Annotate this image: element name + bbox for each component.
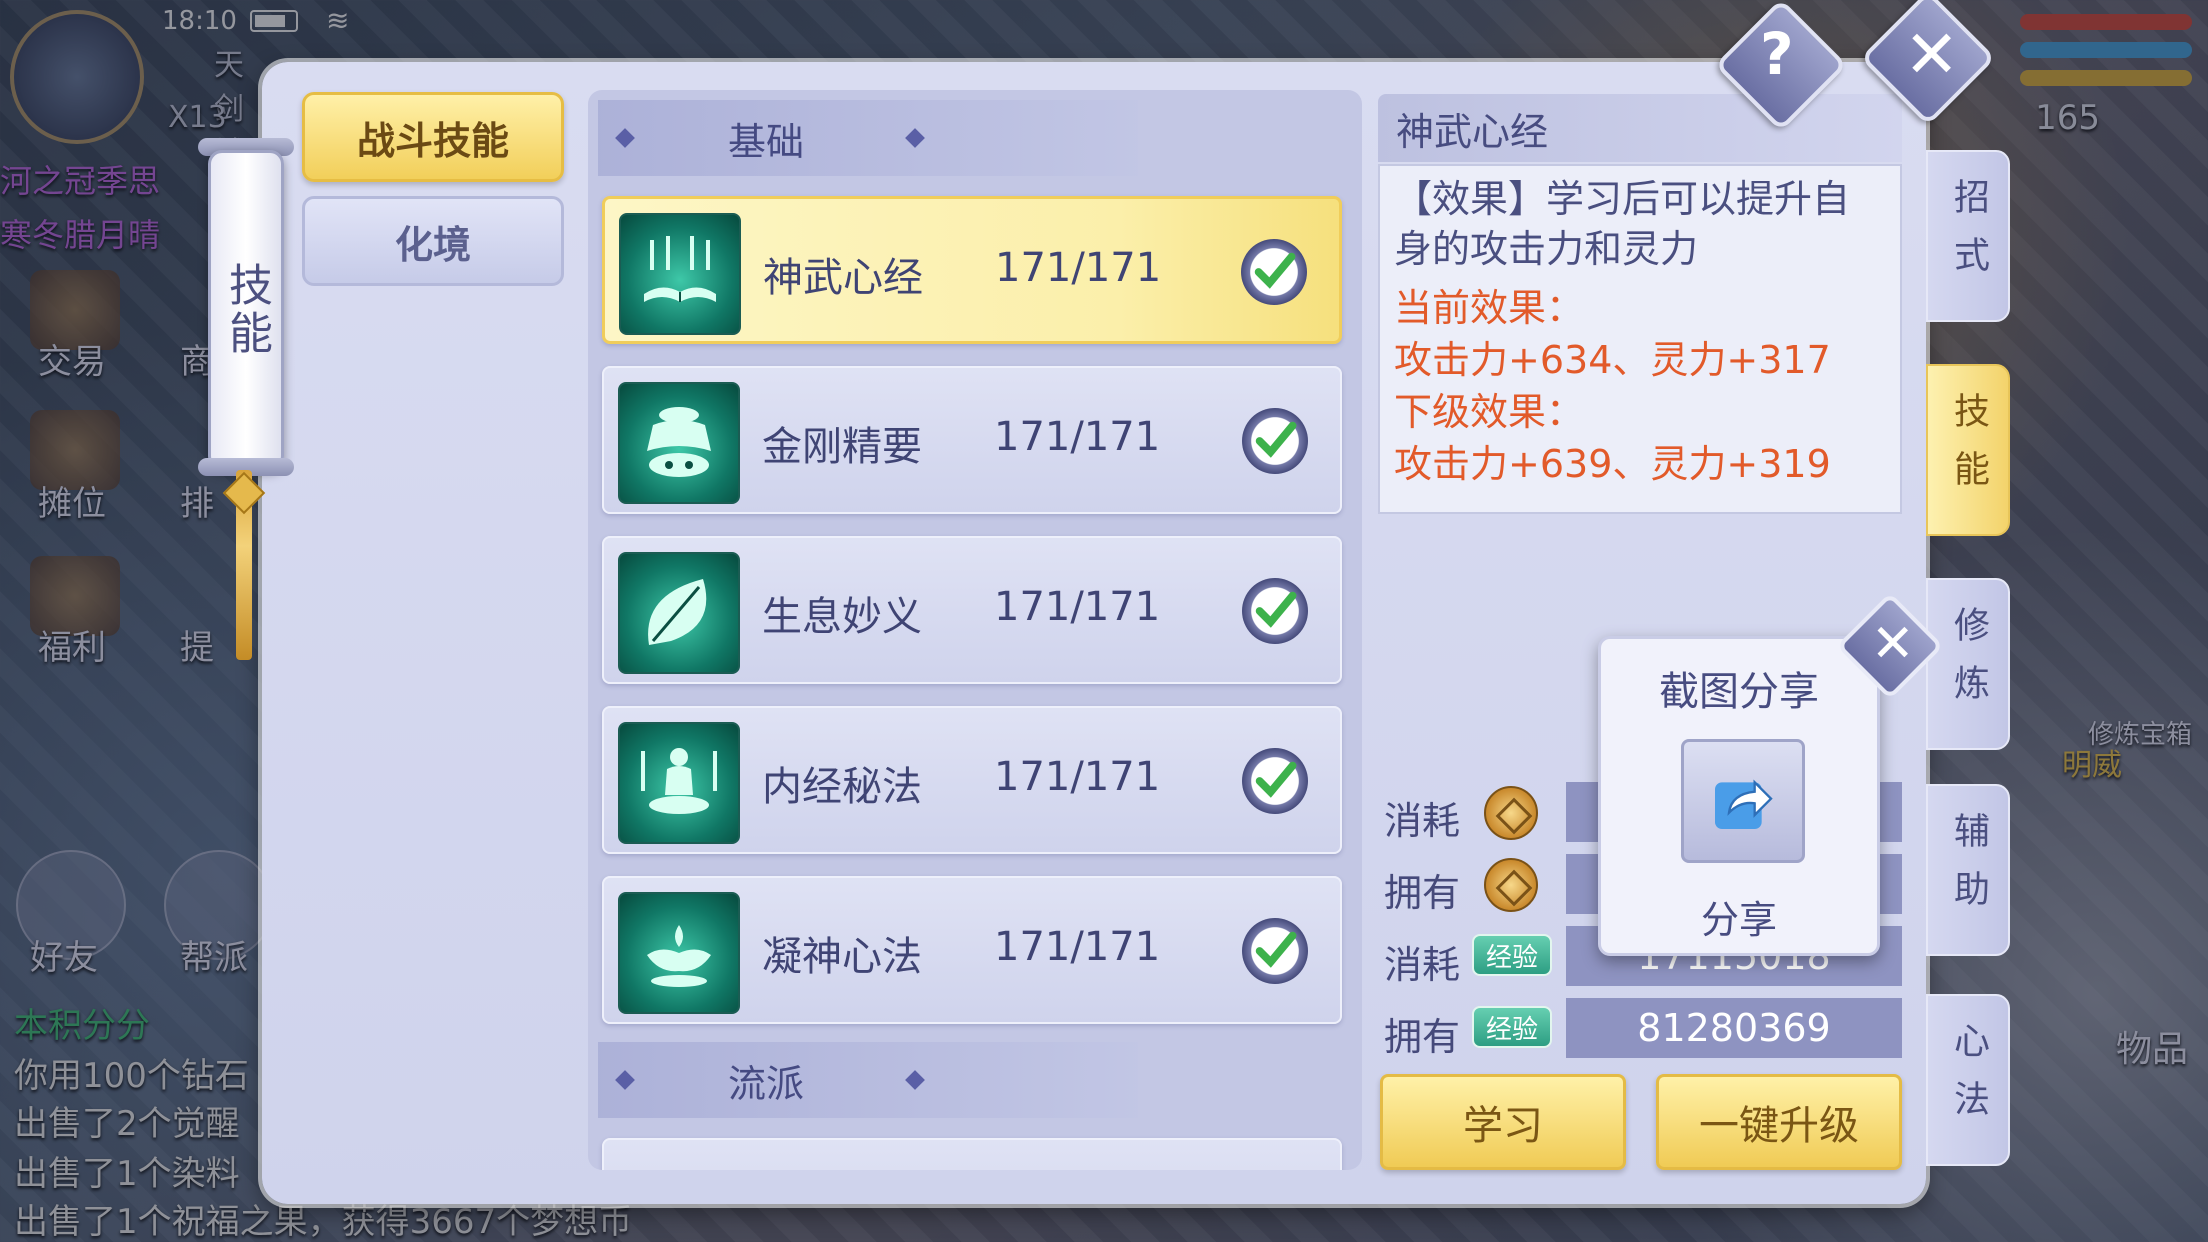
section-label: 基础 bbox=[728, 119, 805, 164]
current-effect-value: 攻击力+634、灵力+317 bbox=[1394, 338, 1831, 382]
skill-level: 171/171 bbox=[994, 584, 1161, 630]
scroll-title: 技能 bbox=[221, 262, 272, 358]
question-icon[interactable]: ? bbox=[1760, 20, 1794, 88]
diamond-icon bbox=[905, 128, 925, 148]
skill-row[interactable]: 凝神心法 171/171 bbox=[602, 876, 1342, 1024]
skill-level: 171/171 bbox=[994, 414, 1161, 460]
exp-cost-label: 消耗 bbox=[1384, 943, 1461, 987]
check-icon bbox=[1242, 748, 1308, 814]
skill-name: 金刚精要 bbox=[762, 424, 922, 470]
next-effect-value: 攻击力+639、灵力+319 bbox=[1394, 442, 1831, 486]
skill-level: 171/171 bbox=[994, 754, 1161, 800]
current-effect-label: 当前效果： bbox=[1394, 286, 1585, 330]
share-icon bbox=[1715, 779, 1773, 829]
check-icon bbox=[1242, 578, 1308, 644]
side-tab-label: 心法 bbox=[1948, 1022, 1989, 1138]
section-header-basic: 基础 bbox=[598, 100, 1138, 176]
leaf-icon bbox=[618, 552, 740, 674]
meditate-icon bbox=[618, 722, 740, 844]
effect-line: 身的攻击力和灵力 bbox=[1394, 227, 1699, 271]
share-button[interactable] bbox=[1681, 739, 1805, 863]
skill-level: 171/171 bbox=[994, 924, 1161, 970]
skill-detail-box: 【效果】学习后可以提升自 身的攻击力和灵力 当前效果： 攻击力+634、灵力+3… bbox=[1378, 164, 1902, 514]
book-icon bbox=[619, 213, 741, 335]
side-tab-label: 技能 bbox=[1948, 392, 1989, 508]
coin-icon bbox=[1484, 786, 1538, 840]
skill-list[interactable]: 基础 神武心经 171/171 金刚精要 171/171 生息妙义 171/17… bbox=[588, 90, 1362, 1170]
exp-badge: 经验 bbox=[1472, 1006, 1552, 1048]
tab-combat-skills[interactable]: 战斗技能 bbox=[302, 92, 564, 182]
check-icon bbox=[1241, 239, 1307, 305]
diamond-icon bbox=[615, 1070, 635, 1090]
lotus-icon bbox=[618, 892, 740, 1014]
side-tab-skills[interactable]: 技能 bbox=[1926, 364, 2010, 536]
skill-row[interactable]: 神武心经 171/171 bbox=[602, 196, 1342, 344]
skill-scroll-banner: 技能 bbox=[208, 150, 284, 470]
share-title: 截图分享 bbox=[1659, 669, 1819, 715]
effect-line: 【效果】学习后可以提升自 bbox=[1394, 177, 1851, 221]
cost-label: 消耗 bbox=[1384, 799, 1461, 843]
check-icon bbox=[1242, 918, 1308, 984]
exp-badge: 经验 bbox=[1472, 934, 1552, 976]
own-label: 拥有 bbox=[1384, 871, 1461, 915]
section-header-school: 流派 bbox=[598, 1042, 1138, 1118]
skill-name: 内经秘法 bbox=[762, 764, 922, 810]
skill-name: 神武心经 bbox=[763, 255, 923, 301]
skill-name: 凝神心法 bbox=[762, 934, 922, 980]
skill-row[interactable]: 内经秘法 171/171 bbox=[602, 706, 1342, 854]
skill-level: 171/171 bbox=[995, 245, 1162, 291]
close-icon[interactable]: ✕ bbox=[1871, 614, 1915, 674]
side-tab-mind[interactable]: 心法 bbox=[1926, 994, 2010, 1166]
side-tab-moves[interactable]: 招式 bbox=[1926, 150, 2010, 322]
close-icon[interactable]: ✕ bbox=[1904, 16, 1959, 93]
side-tab-label: 辅助 bbox=[1948, 812, 1989, 928]
coin-icon bbox=[1484, 858, 1538, 912]
share-popup: 截图分享 分享 bbox=[1598, 636, 1880, 956]
side-tab-assist[interactable]: 辅助 bbox=[1926, 784, 2010, 956]
tab-realm[interactable]: 化境 bbox=[302, 196, 564, 286]
skill-detail-title: 神武心经 bbox=[1378, 94, 1902, 162]
side-tab-cultivation[interactable]: 修炼 bbox=[1926, 578, 2010, 750]
side-tab-label: 修炼 bbox=[1948, 606, 1989, 722]
bell-icon bbox=[618, 382, 740, 504]
diamond-icon bbox=[615, 128, 635, 148]
skill-row[interactable]: 生息妙义 171/171 bbox=[602, 536, 1342, 684]
share-label: 分享 bbox=[1700, 898, 1777, 942]
skill-row[interactable] bbox=[602, 1138, 1342, 1170]
side-tab-label: 招式 bbox=[1948, 178, 1989, 294]
section-label: 流派 bbox=[728, 1061, 805, 1106]
skill-name: 生息妙义 bbox=[762, 594, 922, 640]
learn-button[interactable]: 学习 bbox=[1380, 1074, 1626, 1170]
exp-own-value: 81280369 bbox=[1566, 998, 1902, 1058]
diamond-icon bbox=[905, 1070, 925, 1090]
check-icon bbox=[1242, 408, 1308, 474]
exp-own-label: 拥有 bbox=[1384, 1015, 1461, 1059]
upgrade-all-button[interactable]: 一键升级 bbox=[1656, 1074, 1902, 1170]
next-effect-label: 下级效果： bbox=[1394, 390, 1585, 434]
skill-row[interactable]: 金刚精要 171/171 bbox=[602, 366, 1342, 514]
